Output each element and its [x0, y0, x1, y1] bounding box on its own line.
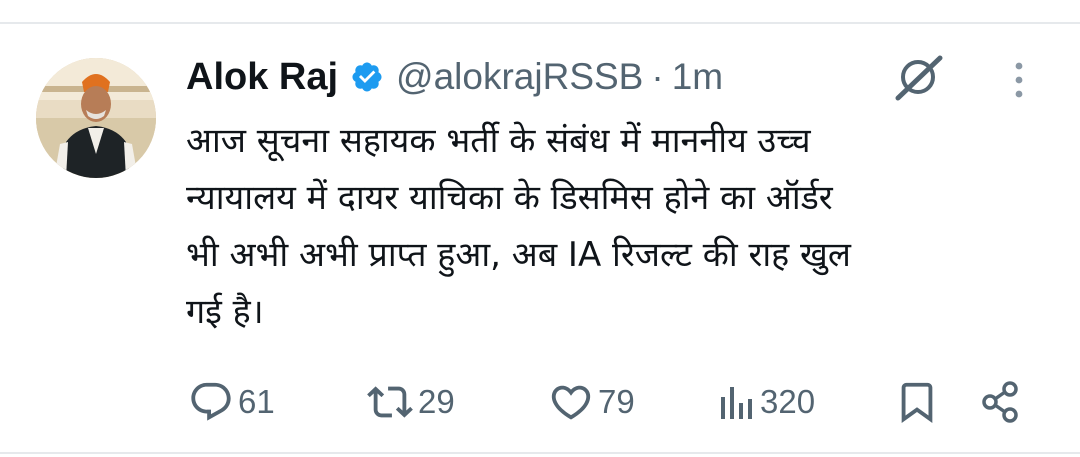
views-button[interactable]: 320 — [716, 372, 815, 432]
tweet-text-line: न्यायालय में दायर याचिका के डिसमिस होने … — [186, 178, 833, 218]
like-count: 79 — [598, 383, 635, 420]
bottom-divider — [0, 452, 1080, 454]
bookmark-icon — [901, 382, 933, 423]
repost-icon — [367, 386, 413, 418]
top-divider — [0, 22, 1080, 24]
verified-badge-icon — [350, 60, 384, 94]
timestamp[interactable]: 1m — [672, 56, 723, 98]
tweet-header: Alok Raj @alokrajRSSB · 1m — [186, 52, 723, 102]
share-button[interactable] — [978, 372, 1024, 432]
like-icon — [551, 385, 591, 420]
tweet-text-line: भी अभी अभी प्राप्त हुआ, अब IA रिजल्ट की … — [186, 235, 851, 275]
reply-icon — [191, 382, 231, 421]
separator-dot: · — [651, 56, 664, 97]
avatar[interactable] — [36, 58, 156, 178]
action-bar: 61 29 79 320 — [0, 372, 1080, 432]
reply-button[interactable]: 61 — [188, 372, 275, 432]
repost-button[interactable]: 29 — [366, 372, 455, 432]
reply-count: 61 — [238, 383, 275, 420]
views-count: 320 — [760, 383, 816, 420]
repost-count: 29 — [418, 383, 455, 420]
tweet-text-line: आज सूचना सहायक भर्ती के संबंध में माननीय… — [186, 121, 811, 161]
author-name[interactable]: Alok Raj — [186, 56, 338, 99]
more-icon[interactable] — [1004, 58, 1034, 102]
bookmark-button[interactable] — [894, 372, 940, 432]
author-handle[interactable]: @alokrajRSSB — [396, 56, 643, 98]
like-button[interactable]: 79 — [548, 372, 635, 432]
grok-icon[interactable] — [892, 52, 948, 102]
views-icon — [721, 387, 752, 419]
share-icon — [982, 381, 1018, 423]
tweet-text: आज सूचना सहायक भर्ती के संबंध में माननीय… — [186, 113, 1056, 341]
tweet-text-line: गई है। — [186, 292, 264, 332]
